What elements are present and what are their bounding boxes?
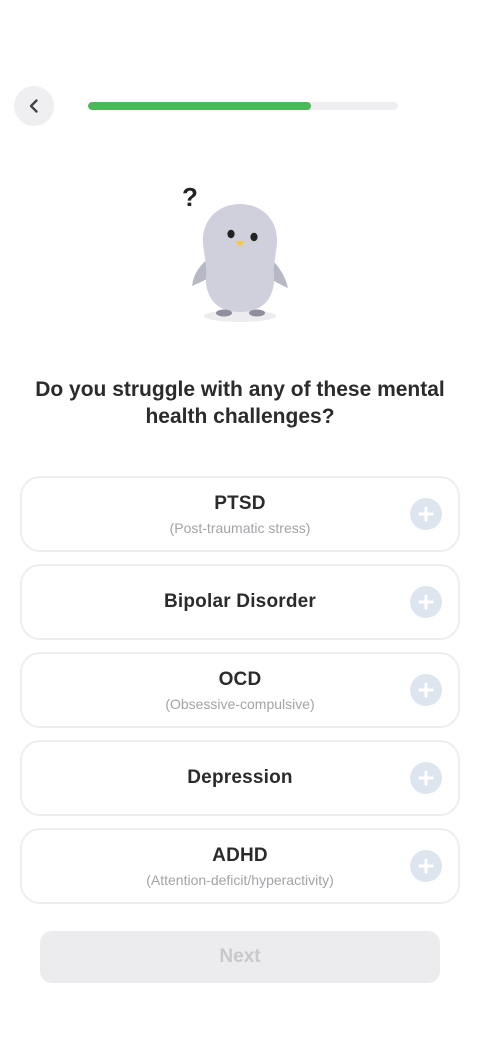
penguin-mascot-illustration: ? [182,182,288,322]
add-button[interactable] [410,762,442,794]
option-depression[interactable]: Depression [20,740,460,816]
back-button[interactable] [14,86,54,126]
option-ocd[interactable]: OCD (Obsessive-compulsive) [20,652,460,728]
add-button[interactable] [410,586,442,618]
option-title: Bipolar Disorder [163,591,317,612]
progress-fill [88,102,312,110]
add-button[interactable] [410,674,442,706]
mascot-left-foot [216,309,232,317]
add-button[interactable] [410,850,442,882]
option-subtitle: (Post-traumatic stress) [169,519,311,536]
option-subtitle: (Obsessive-compulsive) [165,695,315,712]
options-list: PTSD (Post-traumatic stress) Bipolar Dis… [20,476,460,916]
option-title: Depression [187,767,293,788]
progress-bar [88,102,398,110]
mascot-left-eye [227,229,235,239]
option-title: OCD [218,668,262,690]
mascot-right-eye [250,232,258,242]
chevron-left-icon [29,99,38,113]
option-subtitle: (Attention-deficit/hyperactivity) [146,871,334,888]
onboarding-screen: ? Do you struggle with any of these ment… [0,0,480,1040]
plus-icon [418,682,434,698]
question-mark-text: ? [182,182,198,212]
option-ptsd[interactable]: PTSD (Post-traumatic stress) [20,476,460,552]
next-button[interactable]: Next [40,931,440,983]
add-button[interactable] [410,498,442,530]
plus-icon [418,506,434,522]
plus-icon [418,858,434,874]
option-adhd[interactable]: ADHD (Attention-deficit/hyperactivity) [20,828,460,904]
plus-icon [418,594,434,610]
option-title: PTSD [214,492,266,514]
question-title: Do you struggle with any of these mental… [35,378,445,428]
option-title: ADHD [212,844,268,866]
option-bipolar-disorder[interactable]: Bipolar Disorder [20,564,460,640]
mascot-body [202,204,278,312]
mascot-right-foot [249,309,265,317]
plus-icon [418,770,434,786]
